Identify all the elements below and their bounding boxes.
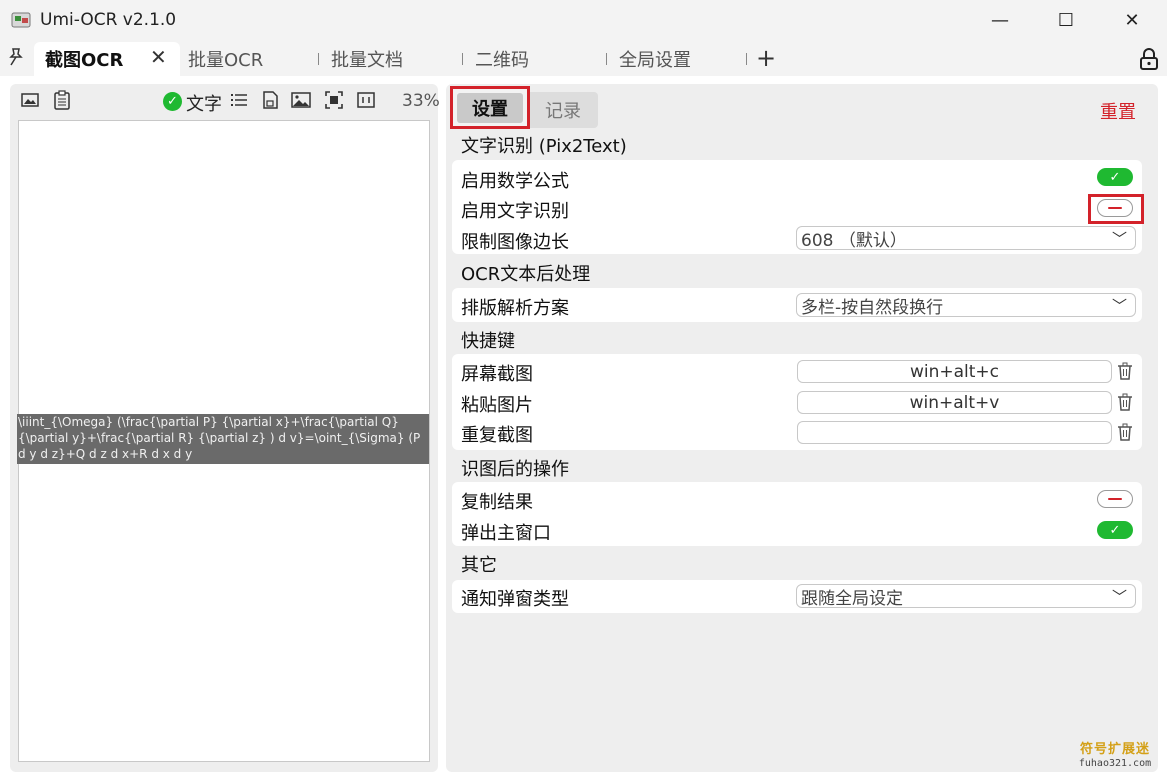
reset-button[interactable]: 重置 — [1100, 98, 1136, 124]
layout-scheme-label: 排版解析方案 — [461, 298, 569, 319]
tab-label: 批量文档 — [331, 50, 403, 71]
paste-image-hotkey-field[interactable]: win+alt+v — [797, 391, 1112, 414]
tab-close-icon[interactable]: ✕ — [150, 45, 167, 69]
layout-scheme-select[interactable]: 多栏-按自然段换行 ﹀ — [796, 293, 1136, 318]
tab-separator — [746, 53, 747, 65]
screenshot-hotkey-field[interactable]: win+alt+c — [797, 360, 1112, 383]
app-logo-icon — [11, 12, 31, 28]
highlight-annotation — [1088, 194, 1144, 224]
popup-main-label: 弹出主窗口 — [461, 523, 551, 544]
trash-icon[interactable] — [1117, 362, 1133, 380]
chevron-down-icon: ﹀ — [1111, 588, 1127, 606]
screenshot-hotkey-label: 屏幕截图 — [461, 364, 533, 385]
ocr-result-text[interactable]: \iiint_{\Omega} (\frac{\partial P} {\par… — [18, 414, 428, 462]
chevron-down-icon: ﹀ — [1111, 297, 1127, 315]
close-window-button[interactable]: ✕ — [1098, 0, 1166, 40]
clipboard-icon[interactable] — [52, 90, 72, 110]
title-bar: Umi-OCR v2.1.0 — ☐ ✕ — [0, 0, 1167, 40]
paste-image-hotkey-label: 粘贴图片 — [461, 395, 533, 416]
add-tab-icon[interactable]: + — [756, 44, 776, 72]
limit-size-select[interactable]: 608 （默认） ﹀ — [796, 226, 1136, 251]
repeat-shot-hotkey-field[interactable] — [797, 421, 1112, 444]
copy-result-label: 复制结果 — [461, 492, 533, 513]
notify-type-label: 通知弹窗类型 — [461, 589, 569, 610]
tab-separator — [318, 53, 319, 65]
limit-size-label: 限制图像边长 — [461, 232, 569, 253]
lock-icon[interactable] — [1139, 48, 1159, 70]
preview-toolbar: ✓ 文字 33% — [10, 84, 440, 118]
trash-icon[interactable] — [1117, 423, 1133, 441]
maximize-button[interactable]: ☐ — [1032, 0, 1100, 40]
settings-tab-label: 设置 — [457, 92, 523, 123]
watermark-text: 符号扩展迷 — [1079, 742, 1150, 757]
zoom-level: 33% — [402, 91, 440, 111]
actual-size-icon[interactable] — [356, 90, 376, 110]
tab-bar: 截图OCR ✕ 批量OCR 批量文档 二维码 全局设置 + — [0, 42, 1167, 76]
notify-type-select[interactable]: 跟随全局设定 ﹀ — [796, 584, 1136, 609]
image-icon[interactable] — [291, 90, 311, 110]
text-visible-check-icon[interactable]: ✓ — [163, 92, 182, 111]
screenshot-icon[interactable] — [20, 90, 40, 110]
layout-scheme-value: 多栏-按自然段换行 — [801, 297, 944, 318]
settings-tab-button[interactable]: 设置 — [450, 86, 530, 129]
section-title-hotkeys: 快捷键 — [461, 331, 515, 352]
tab-qrcode[interactable]: 二维码 — [462, 42, 529, 76]
close-icon: ✕ — [1124, 9, 1140, 31]
fit-view-icon[interactable] — [324, 90, 344, 110]
pin-icon[interactable] — [8, 48, 24, 71]
copy-result-toggle[interactable] — [1097, 490, 1133, 508]
save-icon[interactable] — [260, 90, 280, 110]
trash-icon[interactable] — [1117, 393, 1133, 411]
watermark-url: fuhao321.com — [1078, 758, 1152, 769]
list-icon[interactable] — [229, 90, 249, 110]
tab-separator — [606, 53, 607, 65]
text-toggle-label[interactable]: 文字 — [186, 90, 222, 116]
enable-text-label: 启用文字识别 — [461, 201, 569, 222]
settings-card-after-ocr — [452, 482, 1142, 546]
chevron-down-icon: ﹀ — [1111, 230, 1127, 248]
window-title: Umi-OCR v2.1.0 — [40, 10, 177, 30]
tab-batch-ocr[interactable]: 批量OCR — [188, 42, 263, 76]
enable-math-label: 启用数学公式 — [461, 171, 569, 192]
watermark: 符号扩展迷 fuhao321.com — [1070, 742, 1160, 770]
log-tab-button[interactable]: 记录 — [530, 92, 596, 128]
section-title-other: 其它 — [461, 555, 497, 576]
repeat-shot-hotkey-label: 重复截图 — [461, 425, 533, 446]
maximize-icon: ☐ — [1057, 9, 1075, 31]
minimize-icon: — — [991, 9, 1009, 31]
tab-separator — [462, 53, 463, 65]
ocr-result-overlay[interactable]: \iiint_{\Omega} (\frac{\partial P} {\par… — [17, 414, 429, 464]
section-title-after-ocr: 识图后的操作 — [461, 459, 569, 480]
minimize-button[interactable]: — — [966, 0, 1034, 40]
tab-label: 批量OCR — [188, 50, 264, 71]
section-title-text-recognition: 文字识别 (Pix2Text) — [461, 136, 627, 157]
tab-batch-docs[interactable]: 批量文档 — [318, 42, 403, 76]
tab-screenshot-ocr[interactable]: 截图OCR ✕ — [34, 42, 180, 76]
enable-math-toggle[interactable]: ✓ — [1097, 168, 1133, 186]
tab-label: 截图OCR — [45, 50, 124, 71]
tab-label: 全局设置 — [619, 50, 691, 71]
notify-type-value: 跟随全局设定 — [801, 588, 903, 609]
tab-label: 二维码 — [475, 50, 529, 71]
tab-global-settings[interactable]: 全局设置 — [606, 42, 691, 76]
limit-size-value: 608 （默认） — [801, 230, 907, 251]
popup-main-toggle[interactable]: ✓ — [1097, 521, 1133, 539]
section-title-postprocess: OCR文本后处理 — [461, 264, 591, 285]
